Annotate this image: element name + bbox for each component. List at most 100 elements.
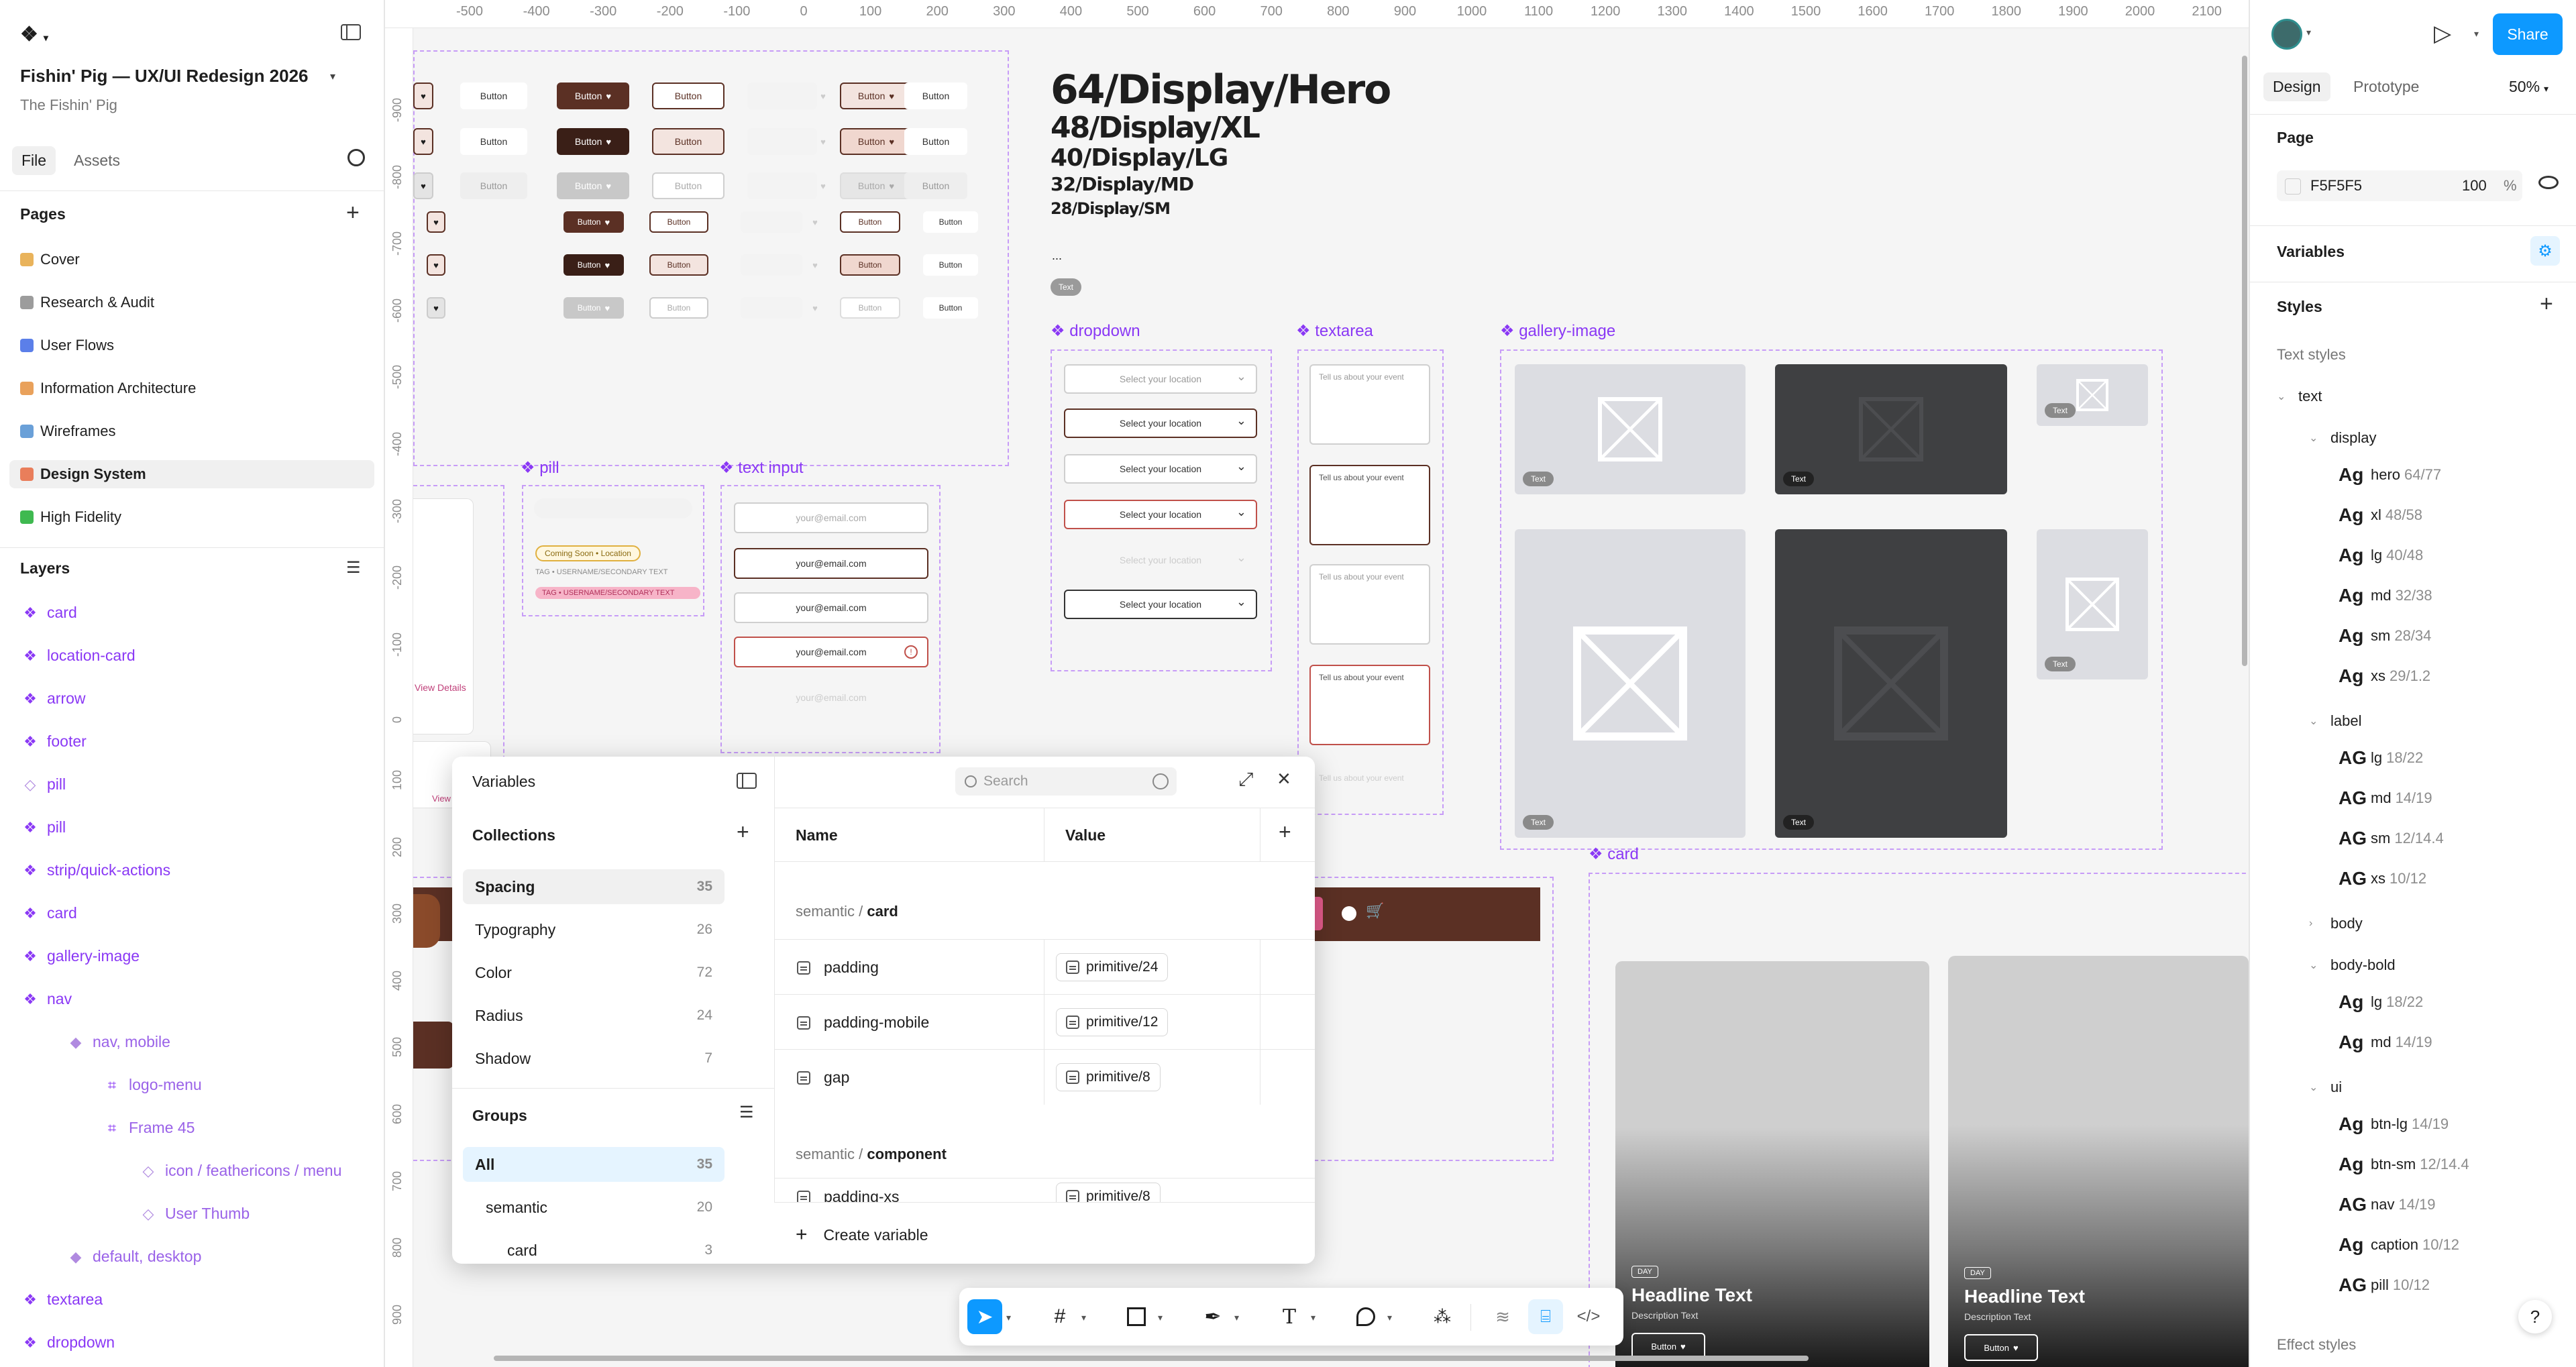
- page-fill-opacity[interactable]: 100: [2462, 177, 2487, 195]
- tab-file[interactable]: File: [12, 146, 56, 175]
- location-dropdown[interactable]: Select your location ⌄: [1064, 590, 1257, 619]
- text-tag[interactable]: Text: [1051, 278, 1082, 296]
- text-style-item[interactable]: Ag hero 64/77: [2339, 464, 2441, 486]
- display-hero-sample[interactable]: 64/Display/Hero: [1051, 66, 1391, 113]
- text-style-item[interactable]: AG md 14/19: [2339, 787, 2432, 809]
- sample-button-small[interactable]: Button: [649, 297, 708, 319]
- location-dropdown[interactable]: Select your location ⌄: [1064, 500, 1257, 529]
- dev-mode-icon[interactable]: </>: [1571, 1299, 1606, 1334]
- email-field[interactable]: your@email.com: [734, 682, 928, 713]
- collection-item[interactable]: Typography 26: [463, 912, 724, 947]
- sample-button-small[interactable]: Button: [840, 254, 900, 276]
- zoom-dropdown[interactable]: 50% ▾: [2509, 78, 2548, 96]
- group-item[interactable]: All 35: [463, 1147, 724, 1182]
- email-field[interactable]: your@email.com!: [734, 637, 928, 667]
- frame-label-pill[interactable]: ❖ pill: [521, 458, 559, 478]
- chevron-down-icon[interactable]: ▾: [1387, 1312, 1392, 1323]
- style-group[interactable]: › body: [2309, 915, 2363, 932]
- email-field[interactable]: your@email.com: [734, 592, 928, 623]
- layer-item[interactable]: ◇ icon / feathericons / menu: [141, 1162, 342, 1180]
- page-item[interactable]: Research & Audit: [20, 294, 154, 311]
- close-icon[interactable]: ×: [1277, 766, 1291, 792]
- avatar[interactable]: [2271, 19, 2302, 50]
- text-style-item[interactable]: Ag btn-sm 12/14.4: [2339, 1154, 2469, 1175]
- text-style-item[interactable]: AG xs 10/12: [2339, 868, 2426, 889]
- sample-button[interactable]: Button: [460, 172, 527, 199]
- frame-label-gallery-image[interactable]: ❖ gallery-image: [1500, 321, 1615, 341]
- sample-button[interactable]: Button: [904, 83, 967, 109]
- sample-button-small[interactable]: Button: [840, 211, 900, 233]
- search-icon[interactable]: [347, 149, 365, 166]
- text-style-item[interactable]: Ag btn-lg 14/19: [2339, 1113, 2449, 1135]
- move-tool-icon[interactable]: ➤: [967, 1299, 1002, 1334]
- layer-item[interactable]: ❖ gallery-image: [23, 947, 140, 965]
- group-item[interactable]: card 3: [463, 1233, 724, 1264]
- variable-row[interactable]: padding-mobile primitive/12: [774, 994, 1315, 1050]
- sample-button-small[interactable]: Button: [923, 297, 978, 319]
- text-style-item[interactable]: Ag xl 48/58: [2339, 504, 2422, 526]
- sample-button[interactable]: Button: [460, 128, 527, 155]
- sort-groups-icon[interactable]: ☰: [739, 1103, 754, 1122]
- cart-icon[interactable]: 🛒: [1366, 902, 1384, 920]
- page-item[interactable]: Information Architecture: [20, 380, 196, 397]
- sample-button-small[interactable]: ♥: [810, 297, 820, 319]
- chevron-down-icon[interactable]: ⌄: [2309, 714, 2320, 728]
- expand-icon[interactable]: ⤢: [1238, 769, 1253, 791]
- sample-button[interactable]: ♥: [413, 172, 433, 199]
- fill-swatch[interactable]: [2285, 178, 2301, 195]
- image-tag[interactable]: Text: [1783, 472, 1815, 486]
- layer-item[interactable]: ❖ card: [23, 604, 77, 622]
- view-link[interactable]: View: [432, 794, 451, 804]
- chevron-down-icon[interactable]: ▾: [1234, 1312, 1239, 1323]
- event-card[interactable]: DAY Headline Text Description Text Button ♥: [1948, 956, 2249, 1367]
- text-style-item[interactable]: AG sm 12/14.4: [2339, 828, 2444, 849]
- display-lg-sample[interactable]: 40/Display/LG: [1051, 144, 1228, 172]
- event-textarea[interactable]: Tell us about your event: [1309, 765, 1430, 792]
- chevron-down-icon[interactable]: ▾: [1081, 1312, 1086, 1323]
- sample-button-small[interactable]: ♥: [427, 211, 445, 233]
- gallery-image[interactable]: Text: [2037, 529, 2148, 679]
- sample-button[interactable]: Button: [652, 172, 724, 199]
- collection-item[interactable]: Shadow 7: [463, 1041, 724, 1076]
- sample-button[interactable]: ♥: [817, 128, 829, 155]
- search-input[interactable]: Search: [955, 767, 1177, 796]
- style-group[interactable]: ⌄ ui: [2309, 1079, 2342, 1096]
- variable-row[interactable]: padding primitive/24: [774, 939, 1315, 995]
- sample-button-small[interactable]: Button ♥: [564, 297, 624, 319]
- sample-button[interactable]: Button: [652, 83, 724, 109]
- location-dropdown[interactable]: Select your location ⌄: [1064, 408, 1257, 438]
- design-mode-icon[interactable]: ⌸: [1528, 1299, 1563, 1334]
- pill-coming-soon[interactable]: Coming Soon • Location: [535, 545, 641, 561]
- add-collection-icon[interactable]: +: [737, 820, 749, 844]
- frame-label-dropdown[interactable]: ❖ dropdown: [1051, 321, 1140, 341]
- text-style-item[interactable]: AG lg 18/22: [2339, 747, 2423, 769]
- filter-icon[interactable]: [1152, 773, 1169, 789]
- tab-design[interactable]: Design: [2263, 72, 2330, 101]
- text-tool-icon[interactable]: T: [1272, 1299, 1307, 1334]
- eye-icon[interactable]: [2538, 176, 2559, 189]
- file-title[interactable]: Fishin' Pig — UX/UI Redesign 2026: [20, 66, 309, 87]
- sample-button[interactable]: Button ♥: [557, 83, 629, 109]
- text-style-item[interactable]: AG pill 10/12: [2339, 1274, 2430, 1296]
- event-textarea[interactable]: Tell us about your event: [1309, 465, 1430, 545]
- collection-item[interactable]: Color 72: [463, 955, 724, 990]
- sample-button[interactable]: Button ♥: [557, 172, 629, 199]
- collection-item[interactable]: Radius 24: [463, 998, 724, 1033]
- layer-item[interactable]: ⌗ Frame 45: [105, 1119, 195, 1137]
- actions-icon[interactable]: ⁂: [1425, 1299, 1460, 1334]
- variable-name[interactable]: gap: [824, 1069, 849, 1087]
- pill-tag-secondary[interactable]: TAG • USERNAME/SECONDARY TEXT: [535, 568, 700, 576]
- frame-label-text-input[interactable]: ❖ text input: [719, 458, 804, 478]
- image-tag[interactable]: Text: [1783, 815, 1815, 830]
- tab-prototype[interactable]: Prototype: [2353, 78, 2419, 96]
- layer-item[interactable]: ◇ pill: [23, 775, 66, 794]
- style-group[interactable]: ⌄ text: [2277, 388, 2322, 405]
- share-button[interactable]: Share: [2493, 13, 2563, 55]
- email-field[interactable]: your@email.com: [734, 502, 928, 533]
- page-fill-hex[interactable]: F5F5F5: [2310, 177, 2362, 195]
- chevron-down-icon[interactable]: ▾: [1158, 1312, 1163, 1323]
- rectangle-tool-icon[interactable]: [1119, 1299, 1154, 1334]
- layer-item[interactable]: ❖ textarea: [23, 1291, 103, 1309]
- card-button[interactable]: Button ♥: [1964, 1334, 2038, 1361]
- column-name-header[interactable]: Name: [796, 826, 838, 844]
